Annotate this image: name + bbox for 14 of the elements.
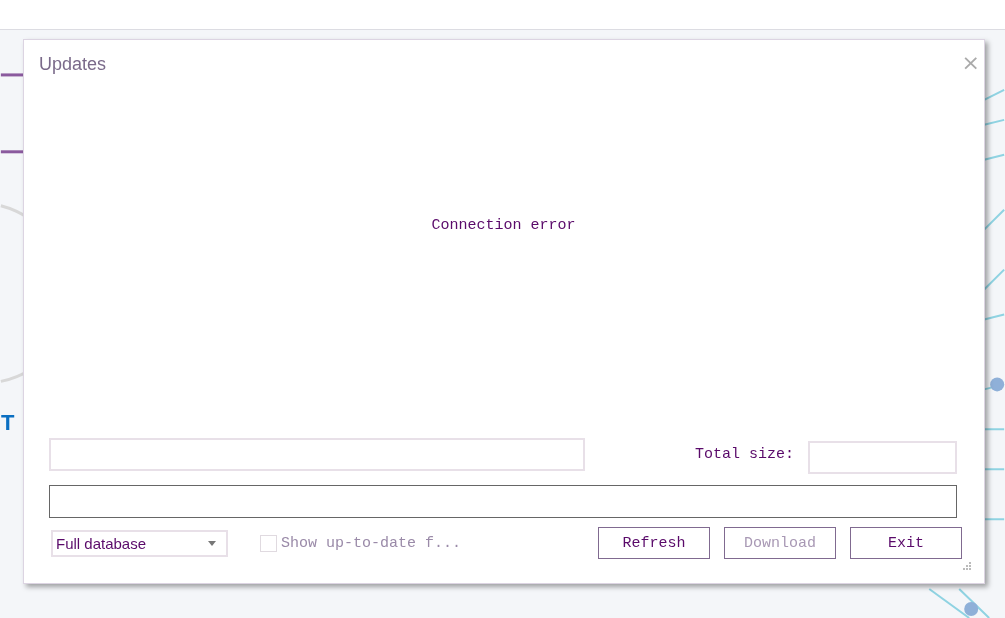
dialog-button[interactable]: Refresh	[598, 527, 710, 559]
message-text: Connection error	[431, 216, 576, 234]
total-size-field[interactable]	[808, 441, 958, 474]
database-dropdown[interactable]: Full database	[51, 529, 228, 557]
total-size-label: Total size:	[695, 446, 795, 463]
caret-icon	[208, 540, 216, 546]
app-label: T	[1, 410, 15, 436]
node-dot	[964, 602, 979, 616]
status-field[interactable]	[49, 438, 585, 471]
node-dot	[990, 377, 1005, 392]
dialog-button[interactable]: Exit	[850, 527, 962, 559]
checkbox-label: Show up-to-date f...	[281, 534, 462, 552]
window-title: Updates	[39, 54, 107, 75]
resize-grip-icon	[962, 561, 972, 571]
